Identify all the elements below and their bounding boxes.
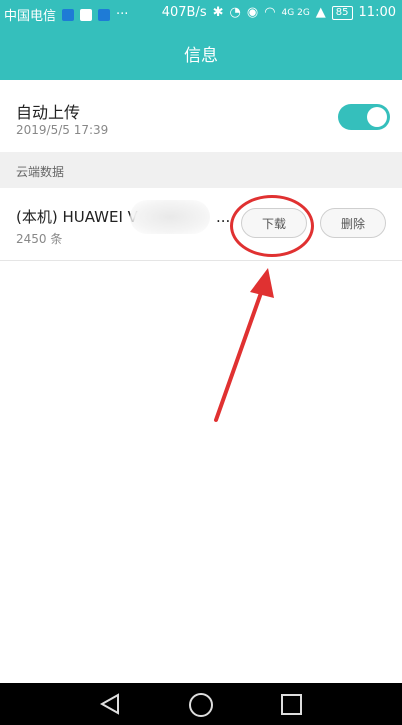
home-icon[interactable] <box>189 693 213 717</box>
image-icon <box>98 8 111 21</box>
bluetooth-icon: ✱ <box>212 5 224 20</box>
back-icon[interactable] <box>98 693 122 715</box>
device-name: (本机) HUAWEI V <box>16 208 138 226</box>
network-speed: 407B/s <box>161 5 207 20</box>
eye-icon: ◉ <box>246 5 259 20</box>
auto-upload-row: 自动上传 2019/5/5 17:39 <box>0 80 402 152</box>
carrier-text: 中国电信 <box>4 9 57 24</box>
app-bar: 信息 <box>0 26 402 80</box>
device-name-suffix: ... <box>215 208 231 226</box>
signal-icon: ▲ <box>315 5 326 20</box>
clock: 11:00 <box>358 5 396 20</box>
annotation-circle <box>230 195 314 257</box>
wifi-icon: ◠ <box>264 5 276 20</box>
device-row: (本机) HUAWEI V... 2450 条 下载 删除 <box>0 188 402 261</box>
battery-icon: 85 <box>331 5 353 20</box>
auto-upload-label: 自动上传 <box>16 103 81 122</box>
more-notifications: ··· <box>116 7 129 22</box>
delete-button[interactable]: 删除 <box>320 208 386 238</box>
status-bar: 中国电信 ··· 407B/s ✱ ◔ ◉ ◠ 4G 2G ▲ 85 11:00 <box>0 0 402 26</box>
redaction-blur <box>130 200 210 234</box>
nav-bar <box>0 683 402 725</box>
toggle-knob <box>367 107 387 127</box>
notification-icon <box>62 8 75 21</box>
auto-upload-toggle[interactable] <box>338 104 390 130</box>
page-title: 信息 <box>184 45 218 66</box>
alarm-icon: ◔ <box>229 5 241 20</box>
auto-upload-timestamp: 2019/5/5 17:39 <box>16 123 109 137</box>
record-count: 2450 条 <box>16 232 63 246</box>
qr-icon <box>80 8 93 21</box>
recent-apps-icon[interactable] <box>281 694 302 715</box>
signal-type: 4G 2G <box>281 7 310 18</box>
section-header: 云端数据 <box>0 152 402 188</box>
section-label: 云端数据 <box>16 165 65 179</box>
